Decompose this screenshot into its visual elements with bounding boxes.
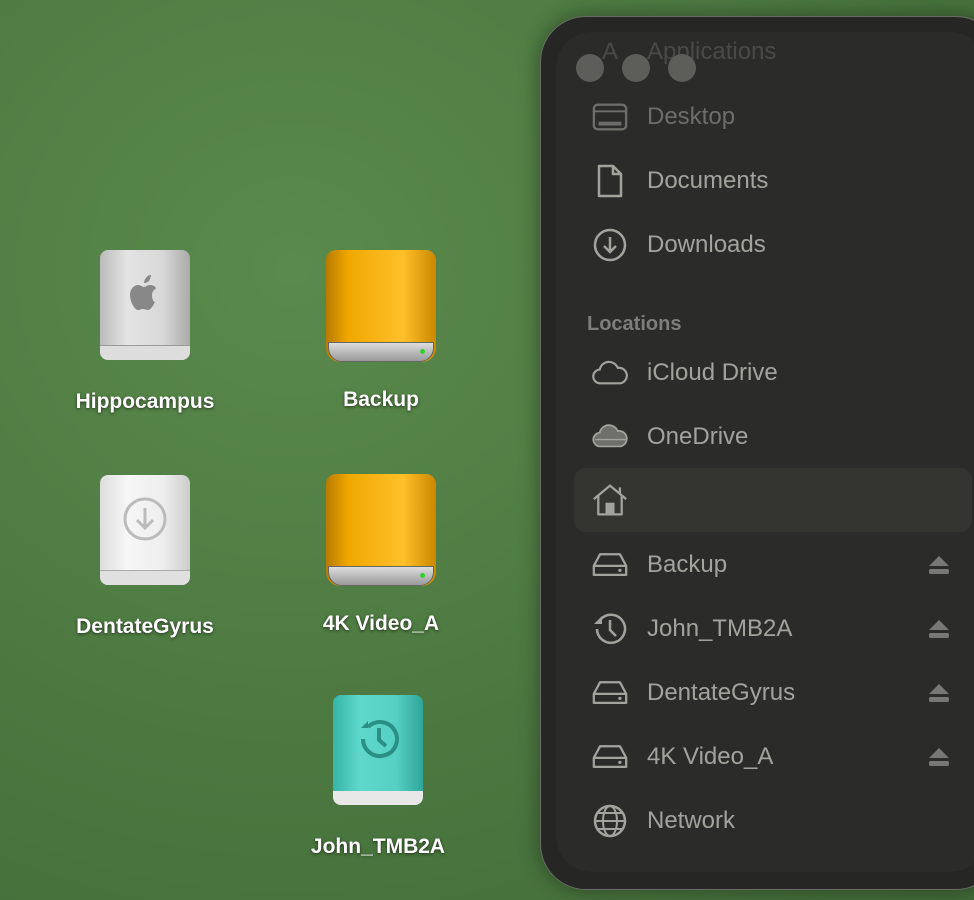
drive-icon [592,547,628,583]
cloud-filled-icon [592,419,628,455]
sidebar-item-onedrive[interactable]: OneDrive [574,405,972,469]
zoom-button[interactable] [668,54,696,82]
download-icon [592,227,628,263]
cloud-icon [592,355,628,391]
eject-icon[interactable] [928,747,950,767]
sidebar-item-backup[interactable]: Backup [574,533,972,597]
sidebar-item-downloads[interactable]: Downloads [574,213,972,277]
desktop-icon-label: DentateGyrus [76,615,214,638]
drive-icon [592,739,628,775]
desktop-icon [592,99,628,135]
minimize-button[interactable] [622,54,650,82]
sidebar-item-network[interactable]: Network [574,789,972,853]
desktop-icon-label: Backup [343,388,419,411]
sidebar-item-label: Applications [647,38,777,65]
internal-drive-icon [100,250,190,360]
close-button[interactable] [576,54,604,82]
sidebar-item-label: Documents [647,167,769,194]
desktop-icon-label: Hippocampus [75,390,215,413]
external-drive-icon [326,250,436,362]
sidebar-item-dentategyrus[interactable]: DentateGyrus [574,661,972,725]
globe-icon [592,803,628,839]
external-drive-icon [326,474,436,586]
sidebar-item-4k-video-a[interactable]: 4K Video_A [574,725,972,789]
sidebar-item-desktop[interactable]: Desktop [574,85,972,149]
sidebar-item-label: Desktop [647,103,736,130]
desktop-icon-label: John_TMB2A [310,835,446,858]
sidebar-item-label: DentateGyrus [647,679,796,706]
home-icon [592,482,628,518]
download-drive-icon [100,475,190,585]
document-icon [592,163,628,199]
eject-icon[interactable] [928,555,950,575]
sidebar-item-label: Backup [647,551,728,578]
eject-icon[interactable] [928,683,950,703]
desktop-icon-hippocampus[interactable]: Hippocampus [55,250,235,414]
sidebar-item-label: iCloud Drive [647,359,778,386]
sidebar-item-label: 4K Video_A [647,743,774,770]
sidebar-item-label: OneDrive [647,423,749,450]
sidebar-item-label: Network [647,807,736,834]
sidebar-item-icloud-drive[interactable]: iCloud Drive [574,341,972,405]
desktop-icon-backup[interactable]: Backup [291,250,471,412]
sidebar-item-documents[interactable]: Documents [574,149,972,213]
sidebar-item-label: John_TMB2A [647,615,793,642]
eject-icon[interactable] [928,619,950,639]
locations-header: Locations [587,313,682,335]
desktop-icon-dentategyrus[interactable]: DentateGyrus [55,475,235,639]
time-machine-icon [592,611,628,647]
desktop-icon-4k-video-a[interactable]: 4K Video_A [291,474,471,636]
desktop-icon-label: 4K Video_A [322,612,440,635]
sidebar-item-john-tmb2a[interactable]: John_TMB2A [574,597,972,661]
sidebar-item-label: Downloads [647,231,766,258]
sidebar-item-home[interactable] [574,468,972,532]
time-machine-drive-icon [333,695,423,805]
drive-icon [592,675,628,711]
desktop-icon-john-tmb2a[interactable]: John_TMB2A [288,695,468,859]
